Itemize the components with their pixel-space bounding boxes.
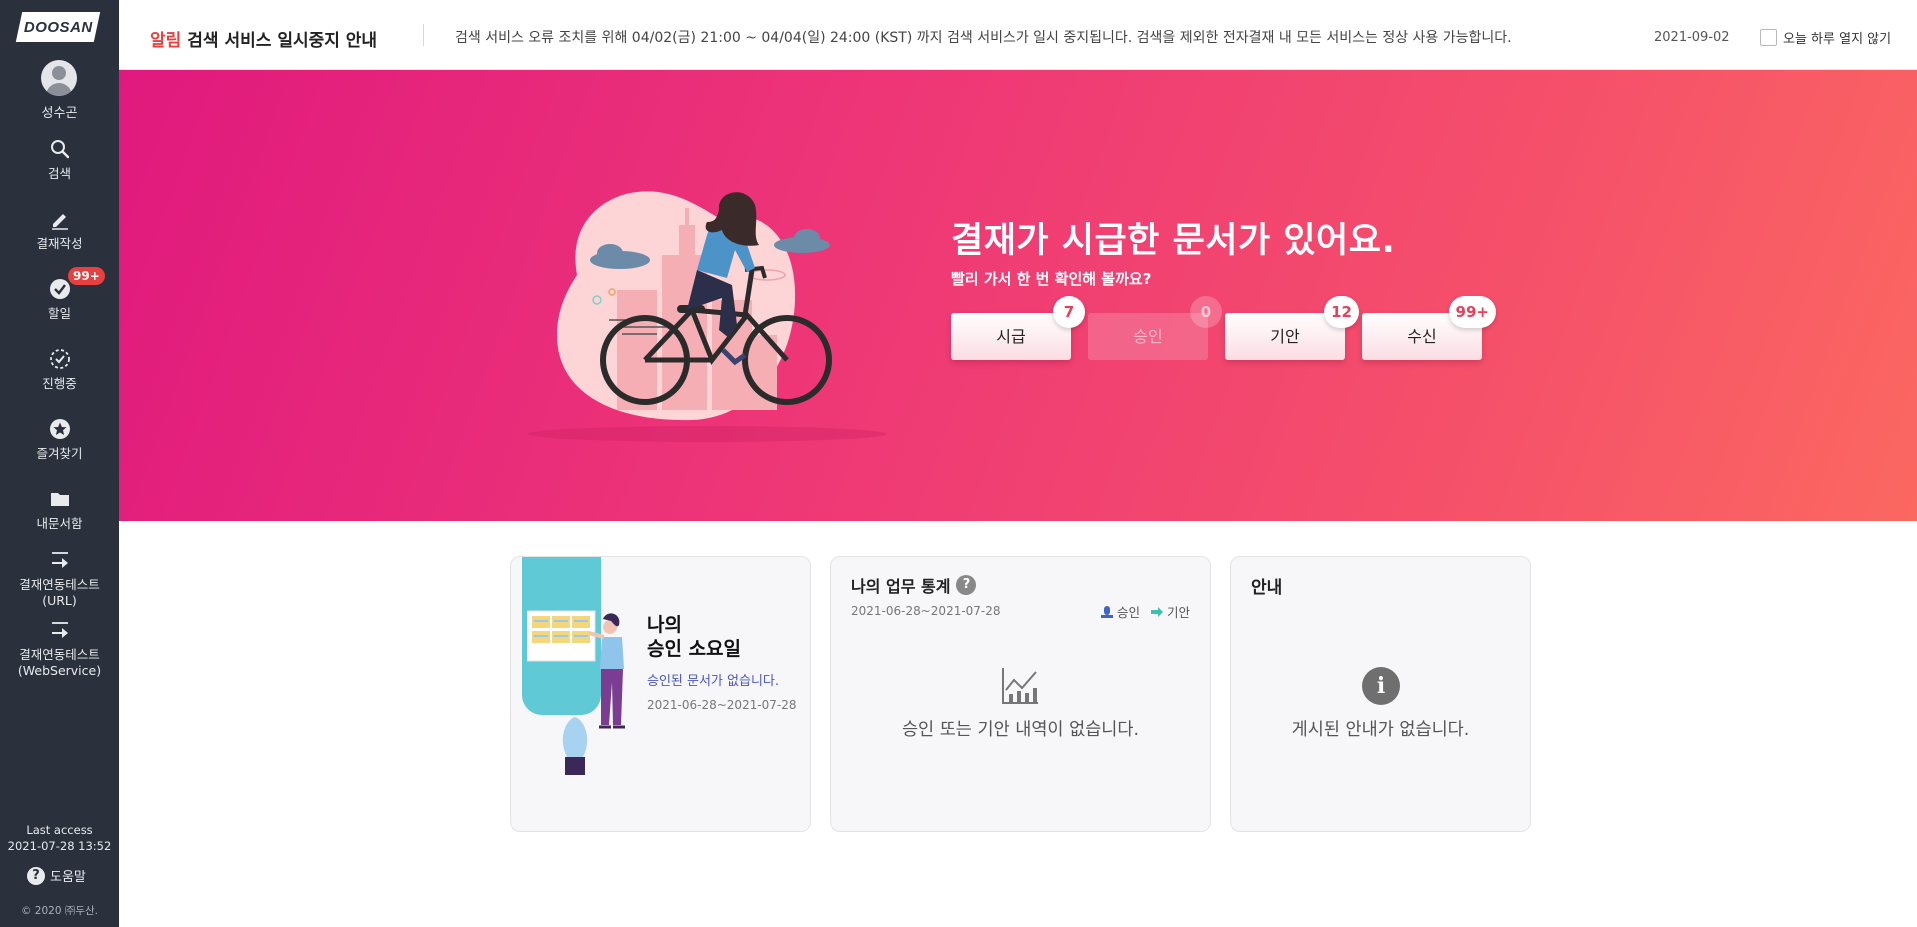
arrow-icon xyxy=(1150,606,1163,617)
board-person-illustration xyxy=(527,610,625,775)
sidebar-item-label: 할일 xyxy=(47,306,71,321)
sidebar-item-in-progress[interactable]: 진행중 xyxy=(0,347,119,392)
sidebar: DOOSAN 성수곤 검색 결재작성 할일 99+ 진행중 즐겨찾기 내문서함 … xyxy=(0,0,119,927)
legend-draft: 기안 xyxy=(1150,602,1190,621)
notice-title[interactable]: 알림 검색 서비스 일시중지 안내 xyxy=(150,26,377,51)
urgent-button[interactable]: 시급 7 xyxy=(951,296,1085,360)
sidebar-item-label: 검색 xyxy=(47,166,71,181)
logo-text: DOOSAN xyxy=(23,18,93,36)
hero-title: 결재가 시급한 문서가 있어요. xyxy=(951,221,1396,261)
notice-bar: 알림 검색 서비스 일시중지 안내 검색 서비스 오류 조치를 위해 04/02(… xyxy=(119,0,1917,70)
title-line2: 승인 소요일 xyxy=(647,638,742,660)
sidebar-item-label: 내문서함 xyxy=(36,516,83,531)
sidebar-item-todo[interactable]: 할일 99+ xyxy=(0,267,119,322)
inbox-button[interactable]: 수신 99+ xyxy=(1362,296,1496,360)
approve-label: 승인 xyxy=(1133,327,1163,346)
todo-count-badge: 99+ xyxy=(68,267,105,285)
approval-duration-title: 나의 승인 소요일 xyxy=(647,613,741,661)
help-label: 도움말 xyxy=(50,870,86,885)
sidebar-item-link-test-webservice[interactable]: 결재연동테스트 (WebService) xyxy=(0,618,119,679)
sidebar-item-label: 진행중 xyxy=(42,376,77,391)
work-stats-card: 나의 업무 통계 ? 2021-06-28~2021-07-28 승인 기안 승… xyxy=(830,556,1211,832)
sidebar-item-label: 결재연동테스트 xyxy=(19,647,100,662)
search-icon xyxy=(50,140,69,159)
dismiss-today-checkbox[interactable]: 오늘 하루 열지 않기 xyxy=(1760,28,1891,47)
urgent-label: 시급 xyxy=(996,327,1026,346)
user-name: 성수곤 xyxy=(41,106,78,121)
draft-label: 기안 xyxy=(1270,327,1300,346)
avatar[interactable] xyxy=(41,60,77,96)
work-stats-title-text: 나의 업무 통계 xyxy=(851,577,951,596)
sidebar-item-label: 결재연동테스트 xyxy=(19,577,100,592)
draft-button[interactable]: 기안 12 xyxy=(1225,296,1359,360)
sidebar-item-my-documents[interactable]: 내문서함 xyxy=(0,487,119,532)
star-circle-icon xyxy=(49,419,70,439)
notice-title-text: 검색 서비스 일시중지 안내 xyxy=(187,31,378,51)
approval-duration-range: 2021-06-28~2021-07-28 xyxy=(647,698,797,712)
info-icon: i xyxy=(1362,667,1400,705)
work-stats-range: 2021-06-28~2021-07-28 xyxy=(851,604,1001,618)
approval-duration-message: 승인된 문서가 없습니다. xyxy=(647,674,779,689)
approve-count-badge: 0 xyxy=(1190,296,1222,328)
work-stats-title: 나의 업무 통계 ? xyxy=(851,573,977,597)
dismiss-today-label: 오늘 하루 열지 않기 xyxy=(1783,32,1892,47)
copyright: © 2020 ㈜두산. xyxy=(20,905,99,917)
legend-approve: 승인 xyxy=(1100,602,1140,621)
sidebar-item-label: 즐겨찾기 xyxy=(36,446,83,461)
last-access-label: Last access xyxy=(26,823,93,837)
hero-subtitle: 빨리 가서 한 번 확인해 볼까요? xyxy=(951,270,1152,288)
title-line1: 나의 xyxy=(647,614,682,636)
hero-banner: 결재가 시급한 문서가 있어요. 빨리 가서 한 번 확인해 볼까요? 시급 7… xyxy=(119,70,1917,521)
approve-button[interactable]: 승인 0 xyxy=(1088,296,1222,360)
line-chart-icon xyxy=(1002,668,1038,704)
sidebar-item-sublabel: (WebService) xyxy=(17,663,102,678)
stamp-icon xyxy=(1100,605,1113,618)
info-title: 안내 xyxy=(1251,578,1283,598)
sidebar-item-sublabel: (URL) xyxy=(42,593,77,608)
info-empty: 게시된 안내가 없습니다. xyxy=(1291,720,1470,740)
question-icon: ? xyxy=(27,866,45,885)
cyclist-illustration xyxy=(527,191,887,442)
info-card: 안내 i 게시된 안내가 없습니다. xyxy=(1230,556,1531,832)
doosan-logo[interactable]: DOOSAN xyxy=(15,12,101,42)
notice-date: 2021-09-02 xyxy=(1654,30,1730,45)
work-stats-empty: 승인 또는 기안 내역이 없습니다. xyxy=(901,720,1140,740)
sidebar-item-favorites[interactable]: 즐겨찾기 xyxy=(0,417,119,462)
sidebar-item-search[interactable]: 검색 xyxy=(0,137,119,182)
arrow-right-icon xyxy=(51,552,68,568)
legend-approve-label: 승인 xyxy=(1116,605,1140,620)
legend-draft-label: 기안 xyxy=(1166,605,1190,620)
inbox-count-badge: 99+ xyxy=(1448,296,1496,328)
inbox-label: 수신 xyxy=(1407,327,1437,346)
checkbox-box[interactable] xyxy=(1760,29,1777,46)
pencil-icon xyxy=(51,214,68,230)
sidebar-item-write[interactable]: 결재작성 xyxy=(0,207,119,252)
work-stats-legend: 승인 기안 xyxy=(1100,602,1190,621)
sidebar-item-link-test-url[interactable]: 결재연동테스트 (URL) xyxy=(0,548,119,609)
urgent-count-badge: 7 xyxy=(1053,296,1085,328)
notice-tag: 알림 xyxy=(150,31,182,51)
last-access: Last access 2021-07-28 13:52 xyxy=(0,822,119,854)
folder-icon xyxy=(50,493,69,506)
last-access-value: 2021-07-28 13:52 xyxy=(7,839,112,853)
sidebar-item-label: 결재작성 xyxy=(36,236,83,251)
approval-duration-card[interactable]: 나의 승인 소요일 승인된 문서가 없습니다. 2021-06-28~2021-… xyxy=(510,556,811,832)
progress-check-icon xyxy=(49,349,70,369)
notice-divider xyxy=(423,24,424,46)
draft-count-badge: 12 xyxy=(1324,296,1359,328)
arrow-right-icon xyxy=(51,622,68,638)
help-link[interactable]: ? 도움말 xyxy=(27,866,86,885)
notice-text: 검색 서비스 오류 조치를 위해 04/02(금) 21:00 ~ 04/04(… xyxy=(455,30,1512,46)
question-icon[interactable]: ? xyxy=(956,575,977,595)
check-circle-icon xyxy=(49,279,70,299)
